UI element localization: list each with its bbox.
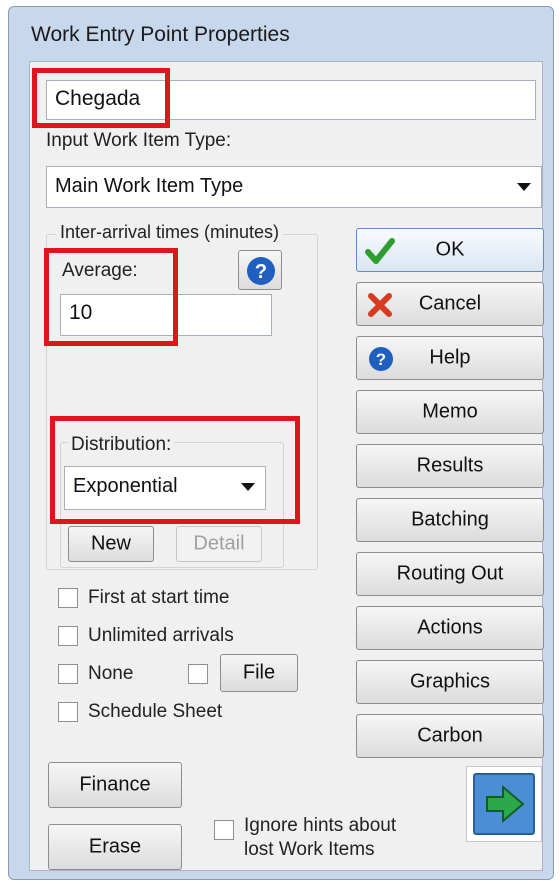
memo-button[interactable]: Memo: [356, 390, 544, 434]
dialog-client-area: Chegada Input Work Item Type: Main Work …: [29, 61, 544, 871]
svg-text:?: ?: [255, 261, 267, 283]
new-button-label: New: [90, 532, 131, 555]
highlight-box-average: [44, 248, 178, 346]
help-button-label: Help: [429, 346, 471, 369]
highlight-box-name: [32, 68, 170, 128]
graphics-button-label: Graphics: [409, 670, 491, 693]
first-at-start-label: First at start time: [88, 587, 230, 608]
file-button-label: File: [242, 661, 276, 684]
erase-button[interactable]: Erase: [48, 824, 182, 870]
highlight-box-distribution: [50, 416, 300, 524]
input-type-selected: Main Work Item Type: [55, 175, 244, 197]
help-button[interactable]: ? Help: [356, 336, 544, 380]
detail-button-label: Detail: [193, 532, 245, 555]
carbon-button[interactable]: Carbon: [356, 714, 544, 758]
ok-button[interactable]: OK: [356, 228, 544, 272]
routing-out-button[interactable]: Routing Out: [356, 552, 544, 596]
new-distribution-button[interactable]: New: [68, 526, 154, 562]
erase-button-label: Erase: [88, 835, 142, 858]
arrow-right-icon: [486, 784, 525, 824]
help-icon: ?: [247, 257, 275, 285]
ok-button-label: OK: [435, 238, 465, 261]
cancel-button[interactable]: Cancel: [356, 282, 544, 326]
window-title: Work Entry Point Properties: [31, 23, 290, 46]
graphics-button[interactable]: Graphics: [356, 660, 544, 704]
finance-button[interactable]: Finance: [48, 762, 182, 808]
next-arrow-button[interactable]: [466, 766, 542, 842]
carbon-button-label: Carbon: [417, 724, 483, 747]
file-button[interactable]: File: [220, 654, 298, 692]
schedule-sheet-checkbox[interactable]: [58, 702, 78, 722]
chevron-down-icon: [517, 183, 531, 191]
inter-arrival-group-label: Inter-arrival times (minutes): [56, 222, 284, 243]
unlimited-arrivals-label: Unlimited arrivals: [88, 625, 234, 646]
finance-button-label: Finance: [79, 773, 151, 796]
input-type-label: Input Work Item Type:: [46, 130, 232, 151]
results-button[interactable]: Results: [356, 444, 544, 488]
actions-button[interactable]: Actions: [356, 606, 544, 650]
ignore-hints-checkbox[interactable]: [214, 820, 234, 840]
none-label: None: [88, 663, 134, 684]
input-type-select[interactable]: Main Work Item Type: [46, 166, 542, 208]
detail-button[interactable]: Detail: [176, 526, 262, 562]
results-button-label: Results: [416, 454, 484, 477]
cancel-button-label: Cancel: [418, 292, 482, 315]
first-at-start-checkbox[interactable]: [58, 588, 78, 608]
batching-button-label: Batching: [411, 508, 489, 531]
memo-button-label: Memo: [422, 400, 478, 423]
batching-button[interactable]: Batching: [356, 498, 544, 542]
title-bar[interactable]: Work Entry Point Properties: [9, 7, 553, 57]
file-checkbox[interactable]: [188, 664, 208, 684]
actions-button-label: Actions: [417, 616, 483, 639]
dialog-window: Work Entry Point Properties Chegada Inpu…: [8, 6, 554, 880]
next-arrow-frame: [473, 773, 535, 835]
unlimited-arrivals-checkbox[interactable]: [58, 626, 78, 646]
none-checkbox[interactable]: [58, 664, 78, 684]
routing-out-button-label: Routing Out: [396, 562, 504, 585]
schedule-sheet-label: Schedule Sheet: [88, 701, 223, 722]
inter-arrival-help-button[interactable]: ?: [238, 250, 282, 290]
ignore-hints-label: Ignore hints about lost Work Items: [244, 815, 397, 860]
